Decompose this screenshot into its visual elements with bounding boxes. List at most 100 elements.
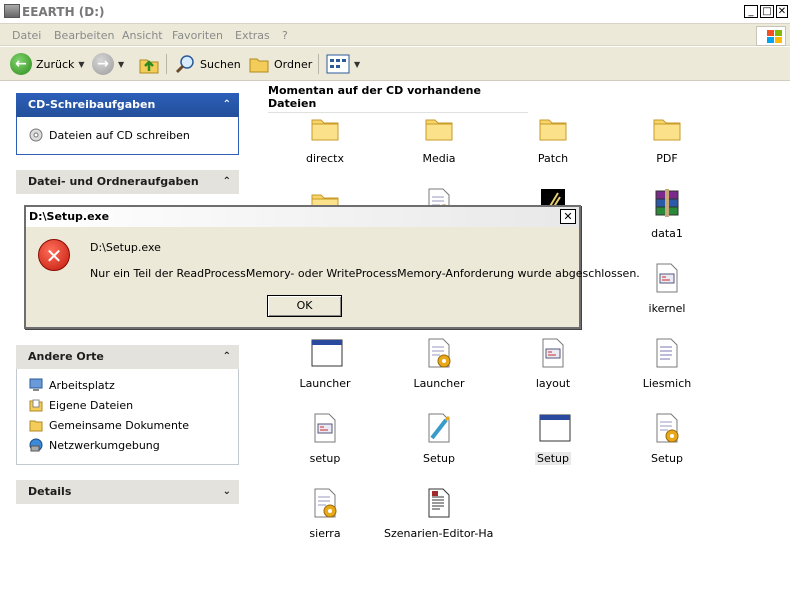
winrar-icon: [652, 187, 682, 219]
file-label-text: directx: [306, 152, 344, 165]
computer-icon: [29, 378, 43, 391]
menu-extras[interactable]: Extras: [235, 29, 270, 42]
file-label: directx: [270, 152, 380, 165]
file-item[interactable]: sierra: [270, 487, 380, 559]
collapse-icon[interactable]: ⌃: [223, 93, 231, 117]
folders-icon: [249, 58, 269, 73]
setup-doc-icon: [652, 412, 682, 444]
setup-doc-icon: [310, 487, 340, 519]
my-documents-icon: [29, 399, 43, 412]
place-eigene-dateien[interactable]: Eigene Dateien: [29, 397, 133, 413]
file-item[interactable]: Patch: [498, 112, 608, 184]
ini-icon: [538, 337, 568, 369]
menu-help[interactable]: ?: [282, 29, 288, 42]
forward-button[interactable]: → ▼: [92, 53, 124, 75]
menu-datei[interactable]: Datei: [12, 29, 41, 42]
folders-button[interactable]: Ordner: [248, 53, 312, 75]
file-item[interactable]: Setup: [498, 412, 608, 484]
dialog-title: D:\Setup.exe: [26, 207, 579, 227]
file-item[interactable]: Media: [384, 112, 494, 184]
folders-label: Ordner: [274, 57, 313, 71]
write-cd-link[interactable]: Dateien auf CD schreiben: [29, 127, 190, 143]
section-title: Momentan auf der CD vorhandene Dateien: [268, 84, 528, 113]
cd-tasks-title: CD-Schreibaufgaben: [28, 98, 156, 111]
expand-icon[interactable]: ⌄: [223, 480, 231, 504]
file-item[interactable]: PDF: [612, 112, 722, 184]
close-button[interactable]: ✕: [776, 5, 788, 18]
menu-bearbeiten[interactable]: Bearbeiten: [54, 29, 114, 42]
other-places-header[interactable]: Andere Orte ⌃: [16, 345, 239, 369]
windows-logo-icon: [756, 26, 786, 46]
file-label: Patch: [498, 152, 608, 165]
details-header[interactable]: Details ⌄: [16, 480, 239, 504]
file-item[interactable]: Setup: [612, 412, 722, 484]
place-label: Netzwerkumgebung: [49, 438, 160, 452]
file-item[interactable]: Szenarien-Editor-Ha...: [384, 487, 494, 559]
write-cd-label: Dateien auf CD schreiben: [49, 128, 190, 142]
place-gemeinsame-dokumente[interactable]: Gemeinsame Dokumente: [29, 417, 189, 433]
minimize-button[interactable]: _: [744, 5, 758, 18]
file-tasks-header[interactable]: Datei- und Ordneraufgaben ⌃: [16, 170, 239, 194]
file-label: layout: [498, 377, 608, 390]
file-label-text: Szenarien-Editor-Ha...: [384, 527, 494, 540]
menu-ansicht[interactable]: Ansicht: [122, 29, 163, 42]
views-button[interactable]: ▼: [326, 53, 360, 75]
file-item[interactable]: Launcher: [384, 337, 494, 409]
setup-pen-icon: [424, 412, 454, 444]
chevron-down-icon[interactable]: ▼: [354, 60, 360, 69]
cd-tasks-header[interactable]: CD-Schreibaufgaben ⌃: [16, 93, 239, 117]
file-label: PDF: [612, 152, 722, 165]
file-label-text: Setup: [422, 452, 456, 465]
drive-icon: [4, 4, 20, 18]
search-icon: [175, 55, 194, 74]
file-item[interactable]: setup: [270, 412, 380, 484]
menu-favoriten[interactable]: Favoriten: [172, 29, 223, 42]
file-label-text: Liesmich: [642, 377, 692, 390]
place-arbeitsplatz[interactable]: Arbeitsplatz: [29, 377, 115, 393]
file-item[interactable]: Launcher: [270, 337, 380, 409]
back-arrow-icon: ←: [10, 53, 32, 75]
file-label: Media: [384, 152, 494, 165]
folder-icon: [424, 112, 454, 144]
folder-icon: [538, 112, 568, 144]
up-button[interactable]: [138, 53, 160, 75]
file-label: Setup: [612, 452, 722, 465]
back-label: Zurück: [36, 57, 75, 71]
folder-icon: [652, 112, 682, 144]
forward-arrow-icon: →: [92, 53, 114, 75]
file-item[interactable]: Liesmich: [612, 337, 722, 409]
setup-doc-icon: [424, 337, 454, 369]
views-icon: [326, 54, 350, 74]
file-item[interactable]: directx: [270, 112, 380, 184]
other-places-body: Arbeitsplatz Eigene Dateien Gemeinsame D…: [16, 369, 239, 465]
file-label: ikernel: [612, 302, 722, 315]
cd-tasks-body: Dateien auf CD schreiben: [16, 117, 239, 155]
file-label: Setup: [384, 452, 494, 465]
toolbar: ← Zurück ▼ → ▼ Suchen Ordner ▼: [0, 47, 790, 81]
file-label-text: ikernel: [648, 302, 686, 315]
file-label: Szenarien-Editor-Ha...: [384, 527, 494, 540]
back-button[interactable]: ← Zurück ▼: [10, 53, 85, 75]
search-button[interactable]: Suchen: [174, 53, 241, 75]
file-label-text: Setup: [650, 452, 684, 465]
error-icon: ✕: [38, 239, 70, 271]
file-label-text: Launcher: [413, 377, 465, 390]
file-item[interactable]: data1: [612, 187, 722, 259]
dialog-close-button[interactable]: ✕: [560, 209, 576, 224]
chevron-down-icon[interactable]: ▼: [118, 60, 124, 69]
file-label: data1: [612, 227, 722, 240]
file-item[interactable]: layout: [498, 337, 608, 409]
file-label: Launcher: [384, 377, 494, 390]
ok-button[interactable]: OK: [267, 295, 342, 317]
maximize-button[interactable]: □: [760, 5, 774, 18]
file-item[interactable]: Setup: [384, 412, 494, 484]
network-icon: [29, 438, 43, 452]
place-netzwerkumgebung[interactable]: Netzwerkumgebung: [29, 437, 160, 453]
file-tasks-title: Datei- und Ordneraufgaben: [28, 175, 199, 188]
chevron-down-icon[interactable]: ▼: [78, 60, 84, 69]
collapse-icon[interactable]: ⌃: [223, 170, 231, 194]
file-label: Setup: [498, 452, 608, 465]
collapse-icon[interactable]: ⌃: [223, 345, 231, 369]
ini-icon: [310, 412, 340, 444]
place-label: Arbeitsplatz: [49, 378, 115, 392]
